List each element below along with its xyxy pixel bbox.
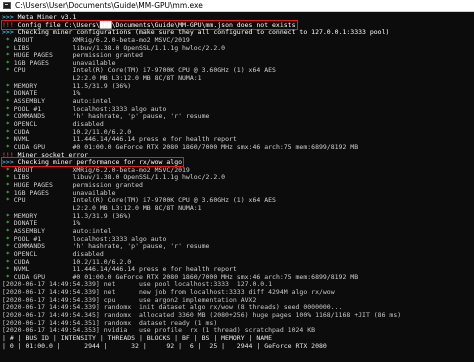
window-title: C:\Users\User\Documents\Guide\MM-GPU\mm.… <box>15 1 203 10</box>
console-app-icon <box>3 2 11 9</box>
window-titlebar: C:\Users\User\Documents\Guide\MM-GPU\mm.… <box>0 0 474 12</box>
console-output[interactable]: >>> Meta Miner v3.1 !!! Config file C:\U… <box>0 13 474 362</box>
gpu-table-row: | 0 | 01:00.0 | 2944 | 32 | 92 | 6 | 25 … <box>2 341 327 350</box>
